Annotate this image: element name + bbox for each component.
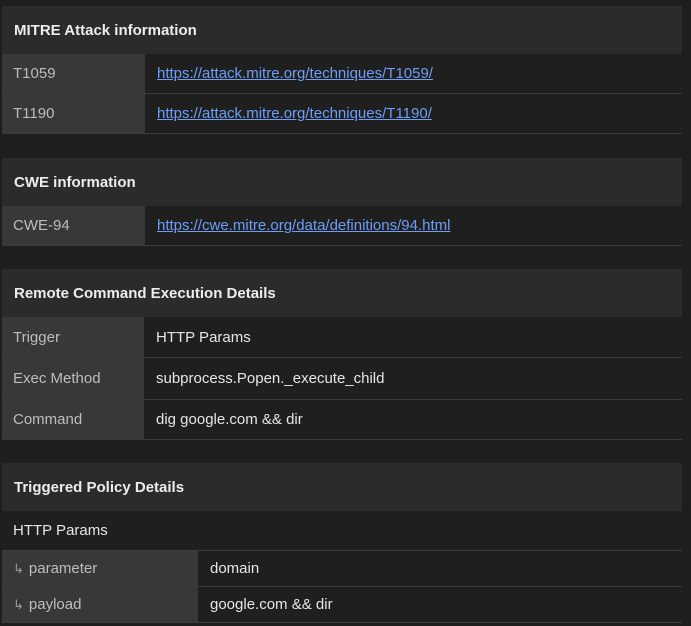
- rce-key: Command: [2, 400, 144, 439]
- arrow-return-icon: ↳: [13, 596, 24, 612]
- rce-value: dig google.com && dir: [156, 411, 303, 428]
- technique-link-cell: https://attack.mitre.org/techniques/T119…: [145, 94, 682, 133]
- policy-key-cell: ↳ parameter: [2, 551, 198, 586]
- arrow-return-icon: ↳: [13, 560, 24, 576]
- rce-key: Exec Method: [2, 358, 144, 399]
- table-row: T1190 https://attack.mitre.org/technique…: [2, 94, 682, 134]
- table-row: ↳ parameter domain: [2, 551, 682, 587]
- policy-panel-title: Triggered Policy Details: [2, 463, 682, 511]
- technique-link[interactable]: https://attack.mitre.org/techniques/T119…: [157, 105, 432, 122]
- rce-value: subprocess.Popen._execute_child: [156, 370, 385, 387]
- table-row: Trigger HTTP Params: [2, 317, 682, 358]
- table-row: T1059 https://attack.mitre.org/technique…: [2, 54, 682, 94]
- cwe-id: CWE-94: [2, 206, 145, 245]
- table-row: CWE-94 https://cwe.mitre.org/data/defini…: [2, 206, 682, 246]
- technique-id: T1059: [2, 54, 145, 93]
- policy-value: domain: [210, 560, 260, 577]
- mitre-panel: MITRE Attack information T1059 https://a…: [2, 6, 682, 134]
- mitre-panel-title: MITRE Attack information: [2, 6, 682, 54]
- policy-key: payload: [28, 596, 82, 613]
- cwe-link[interactable]: https://cwe.mitre.org/data/definitions/9…: [157, 217, 450, 234]
- cwe-link-cell: https://cwe.mitre.org/data/definitions/9…: [145, 206, 682, 245]
- cwe-panel-title: CWE information: [2, 158, 682, 206]
- rce-value: HTTP Params: [156, 328, 251, 346]
- rce-panel: Remote Command Execution Details Trigger…: [2, 269, 682, 440]
- table-row: Command dig google.com && dir: [2, 400, 682, 440]
- policy-subheading: HTTP Params: [2, 511, 682, 551]
- rce-panel-title: Remote Command Execution Details: [2, 269, 682, 317]
- table-row: ↳ payload google.com && dir: [2, 587, 682, 623]
- policy-value: google.com && dir: [210, 596, 333, 613]
- table-row: Exec Method subprocess.Popen._execute_ch…: [2, 358, 682, 400]
- cwe-panel: CWE information CWE-94 https://cwe.mitre…: [2, 158, 682, 246]
- rce-key: Trigger: [2, 317, 144, 357]
- policy-key: parameter: [28, 560, 98, 577]
- technique-link[interactable]: https://attack.mitre.org/techniques/T105…: [157, 65, 433, 82]
- policy-key-cell: ↳ payload: [2, 587, 198, 622]
- technique-link-cell: https://attack.mitre.org/techniques/T105…: [145, 54, 682, 93]
- technique-id: T1190: [2, 94, 145, 133]
- policy-panel: Triggered Policy Details HTTP Params ↳ p…: [2, 463, 682, 623]
